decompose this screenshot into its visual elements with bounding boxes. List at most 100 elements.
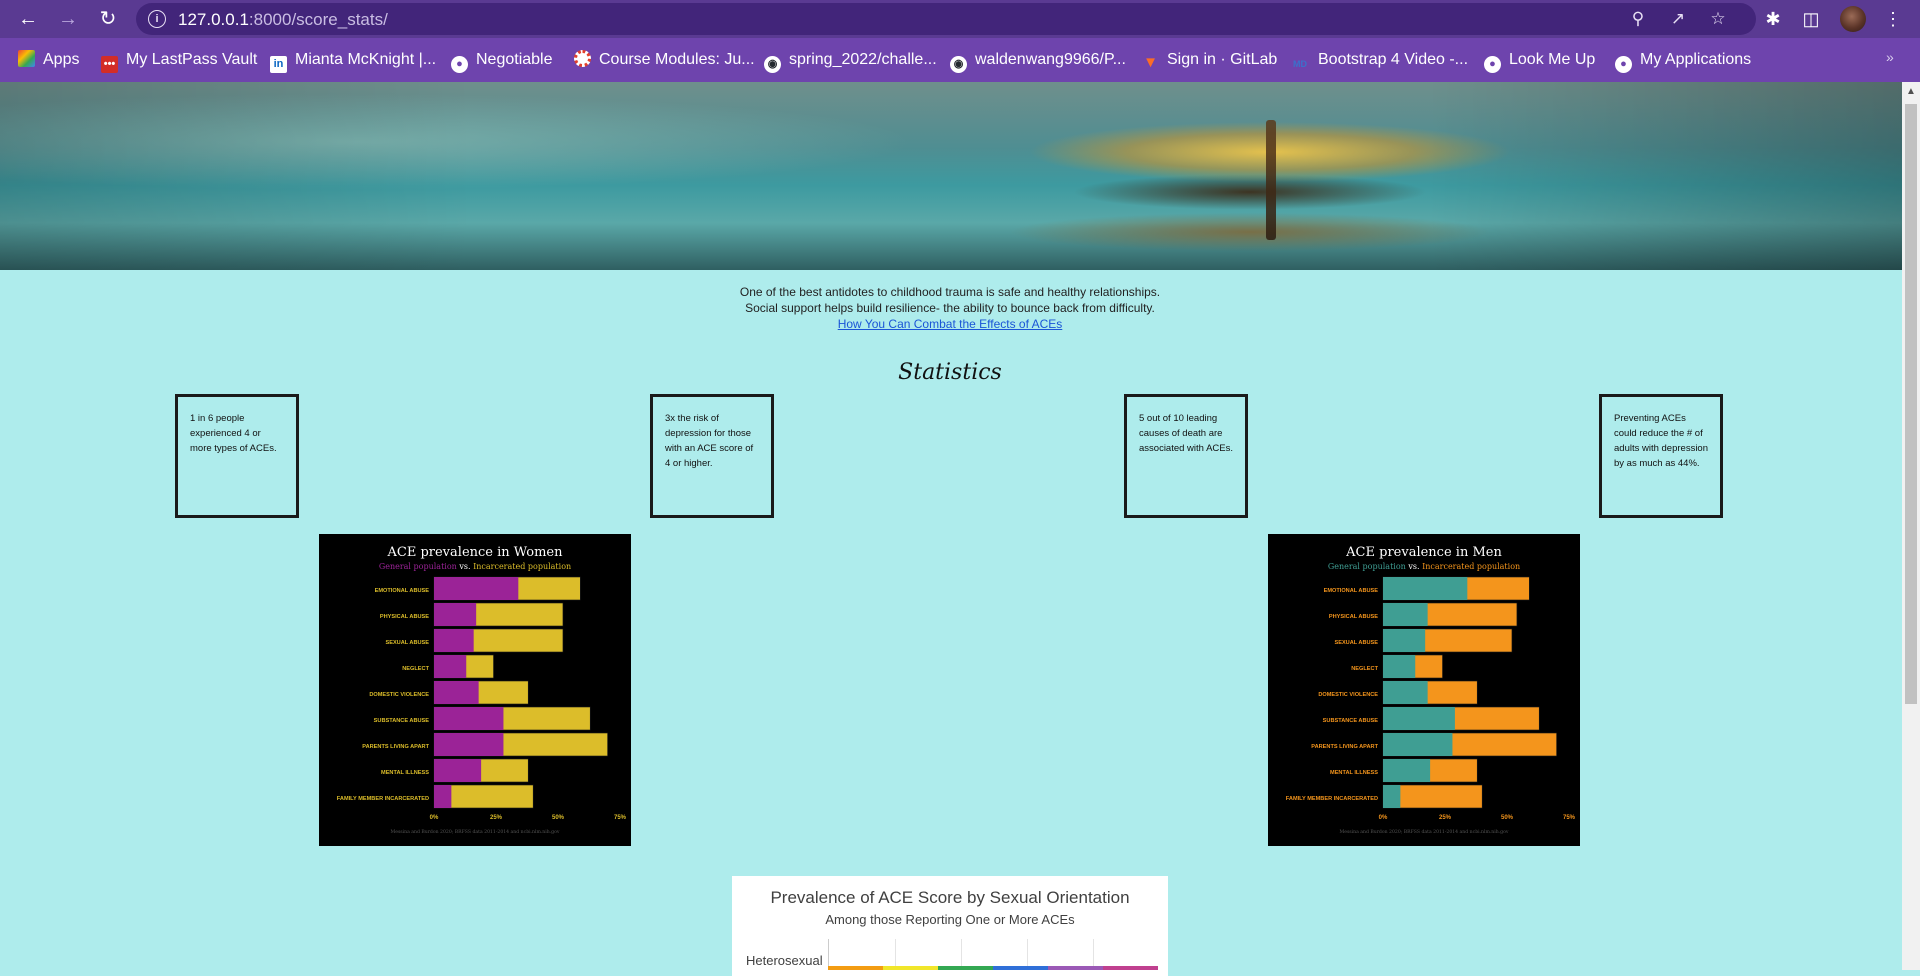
bookmark-label: waldenwang9966/P... [975,51,1126,68]
category-label: MENTAL ILLNESS [381,770,429,776]
legend-incarcerated: Incarcerated population [473,562,571,571]
github-icon: ◉ [950,56,967,73]
extensions-puzzle-icon[interactable]: ✱ [1760,6,1786,32]
scroll-up-arrow-icon[interactable]: ▲ [1906,86,1916,97]
legend-incarcerated: Incarcerated population [1422,562,1520,571]
bookmark-label: Negotiable [476,51,553,68]
bar-general [434,733,504,756]
site-info-icon[interactable]: i [148,10,166,28]
bookmark-label: Bootstrap 4 Video -... [1318,51,1469,68]
address-bar[interactable]: i 127.0.0.1:8000/score_stats/ ⚲ ↗ ☆ [136,3,1756,35]
scrollbar-thumb[interactable] [1905,104,1917,704]
bookmark-spring-2022[interactable]: ◉ spring_2022/challe... [764,48,937,73]
chart-subtitle: General population vs. Incarcerated popu… [1328,562,1520,571]
stat-text: 1 in 6 people experienced 4 or more type… [190,413,277,454]
category-label: EMOTIONAL ABUSE [375,588,430,594]
orientation-bar-segment [938,966,993,970]
intro-text: One of the best antidotes to childhood t… [0,284,1900,332]
url-path: :8000/score_stats/ [248,10,388,29]
bookmark-look-me-up[interactable]: ● Look Me Up [1484,48,1596,73]
legend-vs: vs. [1407,562,1422,571]
chart-subtitle: General population vs. Incarcerated popu… [379,562,571,571]
bookmark-apps[interactable]: Apps [18,48,79,72]
bookmark-label: Apps [43,51,80,68]
category-label: PARENTS LIVING APART [362,744,429,750]
bookmark-label: Look Me Up [1509,51,1596,68]
legend-general: General population [379,562,460,571]
zoom-icon[interactable]: ⚲ [1626,7,1650,31]
bar-general [1383,655,1416,678]
category-label: FAMILY MEMBER INCARCERATED [337,796,429,802]
axis-tick-label: 50% [552,815,565,821]
bar-general [1383,603,1428,626]
category-label: SEXUAL ABUSE [385,640,429,646]
orientation-chart-title: Prevalence of ACE Score by Sexual Orient… [770,888,1130,907]
bookmarks-overflow-icon[interactable]: » [1886,49,1894,65]
canvas-icon [574,50,591,67]
orientation-bar-segment [883,966,938,970]
gitlab-icon: ▼ [1143,54,1158,71]
orientation-bar-segment [1103,966,1158,970]
bookmark-bootstrap-video[interactable]: MD Bootstrap 4 Video -... [1290,48,1468,72]
combat-aces-link[interactable]: How You Can Combat the Effects of ACEs [838,317,1063,331]
bar-general [1383,629,1426,652]
orientation-bar-segment [828,966,883,970]
mdb-icon: MD [1293,59,1307,69]
side-panel-icon[interactable]: ◫ [1798,6,1824,32]
stat-card: 5 out of 10 leading causes of death are … [1124,394,1248,518]
bookmark-linkedin[interactable]: in Mianta McKnight |... [270,48,437,73]
back-arrow-icon[interactable]: ← [14,5,42,33]
menu-kebab-icon[interactable]: ⋮ [1880,6,1906,32]
banner-vignette [0,82,1902,270]
bar-general [1383,759,1431,782]
intro-line-1: One of the best antidotes to childhood t… [739,285,1161,299]
bookmark-my-applications[interactable]: ● My Applications [1615,48,1751,73]
axis-tick-label: 0% [430,815,439,821]
reload-icon[interactable]: ↻ [94,5,122,33]
bookmark-gitlab[interactable]: ▼ Sign in · GitLab [1142,48,1277,72]
orientation-row-label: Heterosexual [746,953,823,968]
globe-icon: ● [451,56,468,73]
bar-general [434,603,477,626]
stat-card: Preventing ACEs could reduce the # of ad… [1599,394,1723,518]
statistics-heading: Statistics [898,360,1002,385]
orientation-bar-segment [993,966,1048,970]
url-host: 127.0.0.1 [178,10,249,29]
bar-general [434,681,479,704]
bookmark-label: Sign in · GitLab [1167,51,1278,68]
bar-general [1383,785,1401,808]
category-label: PHYSICAL ABUSE [1329,614,1378,620]
bookmark-negotiable[interactable]: ● Negotiable [451,48,553,73]
stat-card: 1 in 6 people experienced 4 or more type… [175,394,299,518]
bookmark-star-icon[interactable]: ☆ [1706,7,1730,31]
legend-vs: vs. [458,562,473,571]
category-label: MENTAL ILLNESS [1330,770,1378,776]
axis-tick-label: 0% [1379,815,1388,821]
axis-tick-label: 25% [1439,815,1452,821]
bar-general [1383,681,1428,704]
share-icon[interactable]: ↗ [1666,7,1690,31]
category-label: PHYSICAL ABUSE [380,614,429,620]
category-label: SUBSTANCE ABUSE [374,718,430,724]
category-label: DOMESTIC VIOLENCE [1318,692,1378,698]
category-label: SEXUAL ABUSE [1334,640,1378,646]
orientation-gridlines [828,939,1159,969]
bar-general [1383,707,1455,730]
url-text[interactable]: 127.0.0.1:8000/score_stats/ [178,10,388,30]
intro-line-2: Social support helps build resilience- t… [745,301,1155,315]
bookmark-label: spring_2022/challe... [789,51,937,68]
bookmark-lastpass[interactable]: ••• My LastPass Vault [101,48,257,73]
axis-tick-label: 25% [490,815,503,821]
men-ace-chart-svg: ACE prevalence in Men General population … [1286,545,1576,835]
axis-tick-label: 75% [614,815,627,821]
bar-general [434,759,482,782]
profile-avatar[interactable] [1840,6,1866,32]
stat-text: 5 out of 10 leading causes of death are … [1139,413,1233,454]
bookmark-label: Mianta McKnight |... [295,51,437,68]
bookmark-waldenwang[interactable]: ◉ waldenwang9966/P... [950,48,1126,73]
chart-title: ACE prevalence in Men [1345,545,1502,560]
bookmark-course-modules[interactable]: Course Modules: Ju... [574,48,755,72]
forward-arrow-icon[interactable]: → [54,5,82,33]
category-label: NEGLECT [1351,666,1378,672]
globe-icon: ● [1484,56,1501,73]
